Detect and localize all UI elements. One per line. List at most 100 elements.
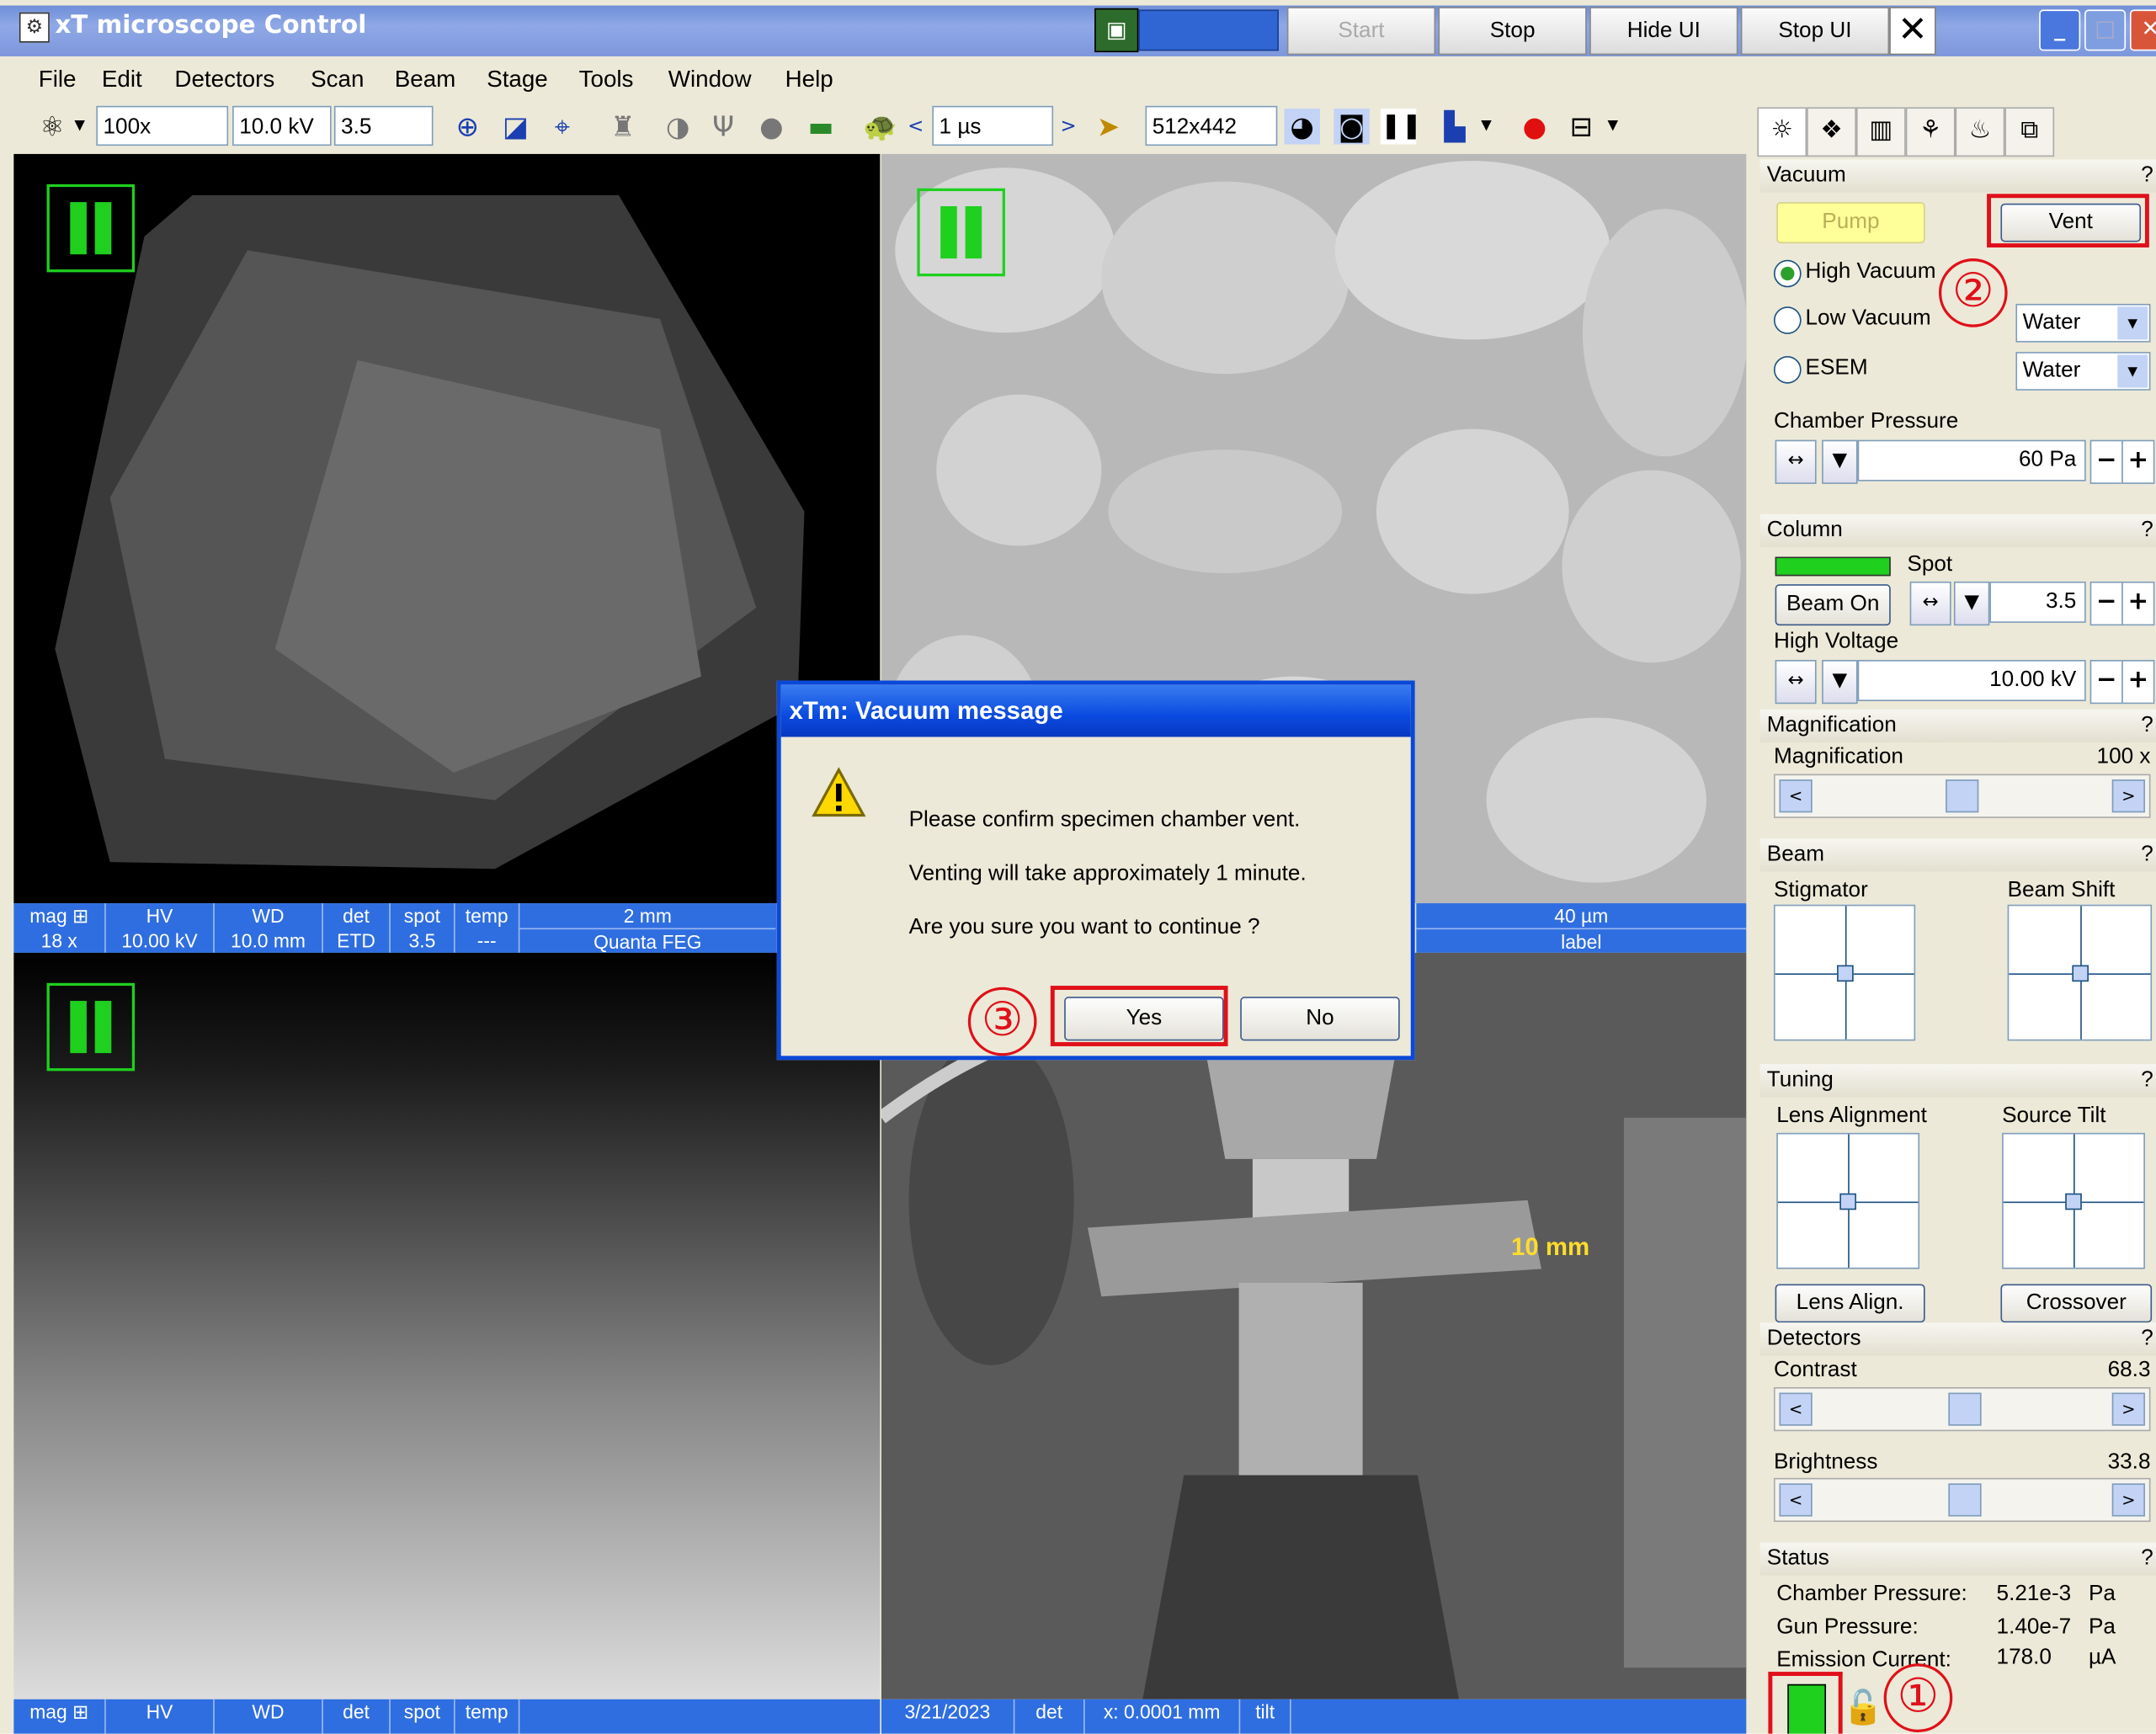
pad-handle[interactable] <box>1836 964 1853 981</box>
maximize-button[interactable]: □ <box>2084 9 2127 51</box>
select-icon[interactable]: ⌖ <box>545 109 580 144</box>
lens-alignment-pad[interactable] <box>1776 1132 1920 1269</box>
pad-handle[interactable] <box>1839 1192 1856 1210</box>
magnification-input[interactable]: 100x <box>96 105 229 146</box>
menu-file[interactable]: File <box>39 66 77 93</box>
crosshair-icon[interactable]: ⊕ <box>450 109 485 144</box>
slider-thumb[interactable] <box>1946 779 1979 813</box>
help-icon[interactable]: ? <box>2141 159 2153 192</box>
stop-ui-button[interactable]: Stop UI <box>1740 7 1890 56</box>
tab-temperature-icon[interactable]: ♨ <box>1955 107 2005 157</box>
increase-button[interactable]: + <box>2121 439 2155 484</box>
esem-gas-select[interactable]: Water ▼ <box>2015 352 2151 391</box>
minimize-button[interactable]: _ <box>2039 9 2081 51</box>
adjust-arrows-icon[interactable]: ↔ <box>1775 659 1817 705</box>
lens-icon[interactable]: ♜ <box>605 109 641 144</box>
hide-ui-button[interactable]: Hide UI <box>1589 7 1738 56</box>
image-icon[interactable]: ▬ <box>803 109 838 144</box>
stigmator-icon[interactable]: Ψ <box>705 109 741 144</box>
brightness-slider[interactable]: < > <box>1773 1477 2151 1523</box>
beam-icon[interactable]: ● <box>753 109 789 144</box>
chart-icon[interactable]: ▙ <box>1437 109 1472 144</box>
snapshot-icon[interactable]: ◕ <box>1284 109 1320 145</box>
dropdown-arrow-icon[interactable]: ▼ <box>1605 109 1621 144</box>
menu-edit[interactable]: Edit <box>102 66 142 93</box>
chevron-left-icon[interactable]: < <box>1779 1483 1813 1517</box>
chevron-right-icon[interactable]: > <box>2111 1483 2145 1517</box>
start-button[interactable]: Start <box>1286 7 1436 56</box>
increase-button[interactable]: + <box>2121 581 2155 626</box>
quad-1-image[interactable] <box>13 153 881 904</box>
chevron-right-icon[interactable]: > <box>2111 779 2145 813</box>
beam-shift-pad[interactable] <box>2007 904 2153 1041</box>
tab-processing-icon[interactable]: ⧉ <box>2004 107 2055 157</box>
help-icon[interactable]: ? <box>2141 1064 2153 1097</box>
menu-tools[interactable]: Tools <box>579 66 634 93</box>
chevron-right-icon[interactable]: > <box>2111 1392 2145 1426</box>
pump-button[interactable]: Pump <box>1776 202 1925 244</box>
decrease-dwell-icon[interactable]: < <box>903 109 928 144</box>
chevron-down-icon[interactable]: ▼ <box>1953 581 1990 626</box>
high-voltage-field[interactable]: 10.00 kV <box>1857 659 2086 701</box>
chevron-down-icon[interactable]: ▼ <box>1822 659 1858 705</box>
menu-help[interactable]: Help <box>785 66 833 93</box>
increase-dwell-icon[interactable]: > <box>1056 109 1080 144</box>
stop-button[interactable]: Stop <box>1438 7 1587 56</box>
increase-button[interactable]: + <box>2121 659 2155 705</box>
focus-icon[interactable]: ◑ <box>660 109 695 144</box>
slow-scan-turtle-icon[interactable]: 🐢 <box>862 109 897 144</box>
atom-icon[interactable]: ⚛ <box>35 109 70 144</box>
help-icon[interactable]: ? <box>2141 838 2153 871</box>
menu-detectors[interactable]: Detectors <box>174 66 274 93</box>
chevron-left-icon[interactable]: < <box>1779 779 1813 813</box>
low-vacuum-gas-select[interactable]: Water ▼ <box>2015 303 2151 343</box>
tab-histogram-icon[interactable]: ▥ <box>1855 107 1906 157</box>
low-vacuum-radio[interactable] <box>1773 306 1802 334</box>
decrease-button[interactable]: − <box>2089 659 2123 705</box>
tab-navigation-icon[interactable]: ❖ <box>1807 107 1856 157</box>
vacuum-status-icon[interactable]: ▣ <box>1094 8 1139 53</box>
tab-alignments-icon[interactable]: ⚘ <box>1905 107 1956 157</box>
dropdown-arrow-icon[interactable]: ▼ <box>1478 109 1495 144</box>
source-tilt-pad[interactable] <box>2002 1132 2145 1269</box>
reduced-area-icon[interactable]: ◪ <box>498 109 533 144</box>
contrast-slider[interactable]: < > <box>1773 1386 2151 1432</box>
resolution-input[interactable]: 512x442 <box>1145 105 1278 146</box>
spot-size-input[interactable]: 3.5 <box>333 105 434 146</box>
esem-radio[interactable] <box>1773 356 1802 384</box>
slider-thumb[interactable] <box>1948 1483 1982 1517</box>
adjust-arrows-icon[interactable]: ↔ <box>1775 439 1817 484</box>
stigmator-pad[interactable] <box>1773 904 1916 1041</box>
help-icon[interactable]: ? <box>2141 1322 2153 1355</box>
menu-stage[interactable]: Stage <box>487 66 548 93</box>
high-vacuum-radio[interactable] <box>1773 259 1802 288</box>
slider-thumb[interactable] <box>1948 1392 1982 1426</box>
scan-options-icon[interactable]: ⊟ <box>1563 109 1599 144</box>
menu-window[interactable]: Window <box>668 66 752 93</box>
quad-4-chamber-camera[interactable]: 10 mm <box>881 952 1747 1699</box>
adjust-arrows-icon[interactable]: ↔ <box>1909 581 1951 626</box>
help-icon[interactable]: ? <box>2141 514 2153 547</box>
spot-field[interactable]: 3.5 <box>1989 581 2086 623</box>
quad-3-image[interactable] <box>13 952 881 1699</box>
pause-icon[interactable]: ❚❚ <box>1380 109 1422 145</box>
crossover-button[interactable]: Crossover <box>2000 1284 2153 1323</box>
magnification-slider[interactable]: < > <box>1773 774 2151 818</box>
window-close-button[interactable]: ✕ <box>2129 9 2156 51</box>
close-x-icon[interactable]: ✕ <box>1889 7 1936 56</box>
menu-beam[interactable]: Beam <box>395 66 456 93</box>
decrease-button[interactable]: − <box>2089 581 2123 626</box>
dropdown-arrow-icon[interactable]: ▼ <box>72 109 88 144</box>
camera-icon[interactable]: ◙ <box>1334 109 1370 145</box>
lock-icon[interactable]: 🔓 <box>1843 1689 1884 1728</box>
record-icon[interactable]: ● <box>1517 109 1552 144</box>
fast-scan-icon[interactable]: ➤ <box>1090 109 1126 144</box>
pad-handle[interactable] <box>2071 964 2089 981</box>
dwell-time-input[interactable]: 1 µs <box>932 105 1054 146</box>
chamber-pressure-field[interactable]: 60 Pa <box>1857 439 2086 481</box>
lens-align-button[interactable]: Lens Align. <box>1775 1284 1925 1323</box>
no-button[interactable]: No <box>1240 997 1400 1041</box>
high-voltage-input[interactable]: 10.0 kV <box>232 105 332 146</box>
help-icon[interactable]: ? <box>2141 1543 2153 1576</box>
chevron-down-icon[interactable]: ▼ <box>1822 439 1858 484</box>
